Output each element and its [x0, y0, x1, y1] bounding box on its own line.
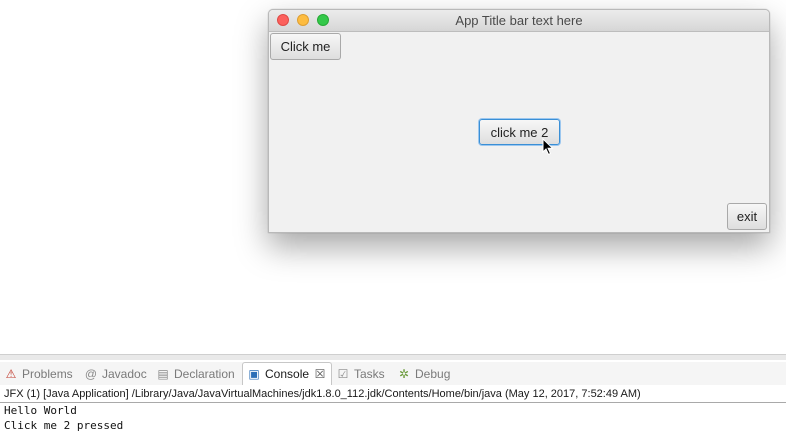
mouse-pointer-icon [542, 138, 554, 156]
tab-problems[interactable]: ⚠ Problems [4, 362, 73, 385]
problems-icon: ⚠ [5, 366, 17, 381]
at-sign-icon: @ [84, 366, 98, 381]
click-me-button[interactable]: Click me [270, 33, 341, 60]
close-tab-icon[interactable]: ☒ [313, 367, 327, 381]
tab-debug[interactable]: ✲ Debug [397, 362, 450, 385]
console-output-line: Hello World [4, 404, 77, 417]
tab-label: Declaration [174, 366, 235, 381]
bug-icon: ✲ [398, 366, 410, 381]
tab-javadoc[interactable]: @ Javadoc [84, 362, 147, 385]
exit-button[interactable]: exit [727, 203, 767, 230]
tasks-icon: ☑ [337, 366, 349, 381]
tab-label: Debug [415, 366, 451, 381]
tab-label: Problems [22, 366, 73, 381]
tab-label: Tasks [354, 366, 385, 381]
app-window: App Title bar text here Click me click m… [268, 9, 770, 233]
console-icon: ▣ [248, 367, 260, 381]
window-title: App Title bar text here [455, 13, 583, 28]
tab-tasks[interactable]: ☑ Tasks [336, 362, 385, 385]
console-output-line: Click me 2 pressed [4, 419, 124, 432]
panel-divider[interactable] [0, 354, 786, 360]
tab-declaration[interactable]: ▤ Declaration [156, 362, 235, 385]
view-tab-bar: ⚠ Problems @ Javadoc ▤ Declaration ▣ Con… [0, 362, 786, 385]
tab-label: Console [265, 367, 310, 381]
console-divider [0, 402, 786, 403]
tab-label: Javadoc [102, 366, 147, 381]
window-title-bar[interactable]: App Title bar text here [269, 10, 769, 32]
console-launch-info: JFX (1) [Java Application] /Library/Java… [4, 388, 641, 400]
declaration-icon: ▤ [157, 366, 169, 381]
tab-console[interactable]: ▣ Console ☒ [242, 362, 333, 385]
